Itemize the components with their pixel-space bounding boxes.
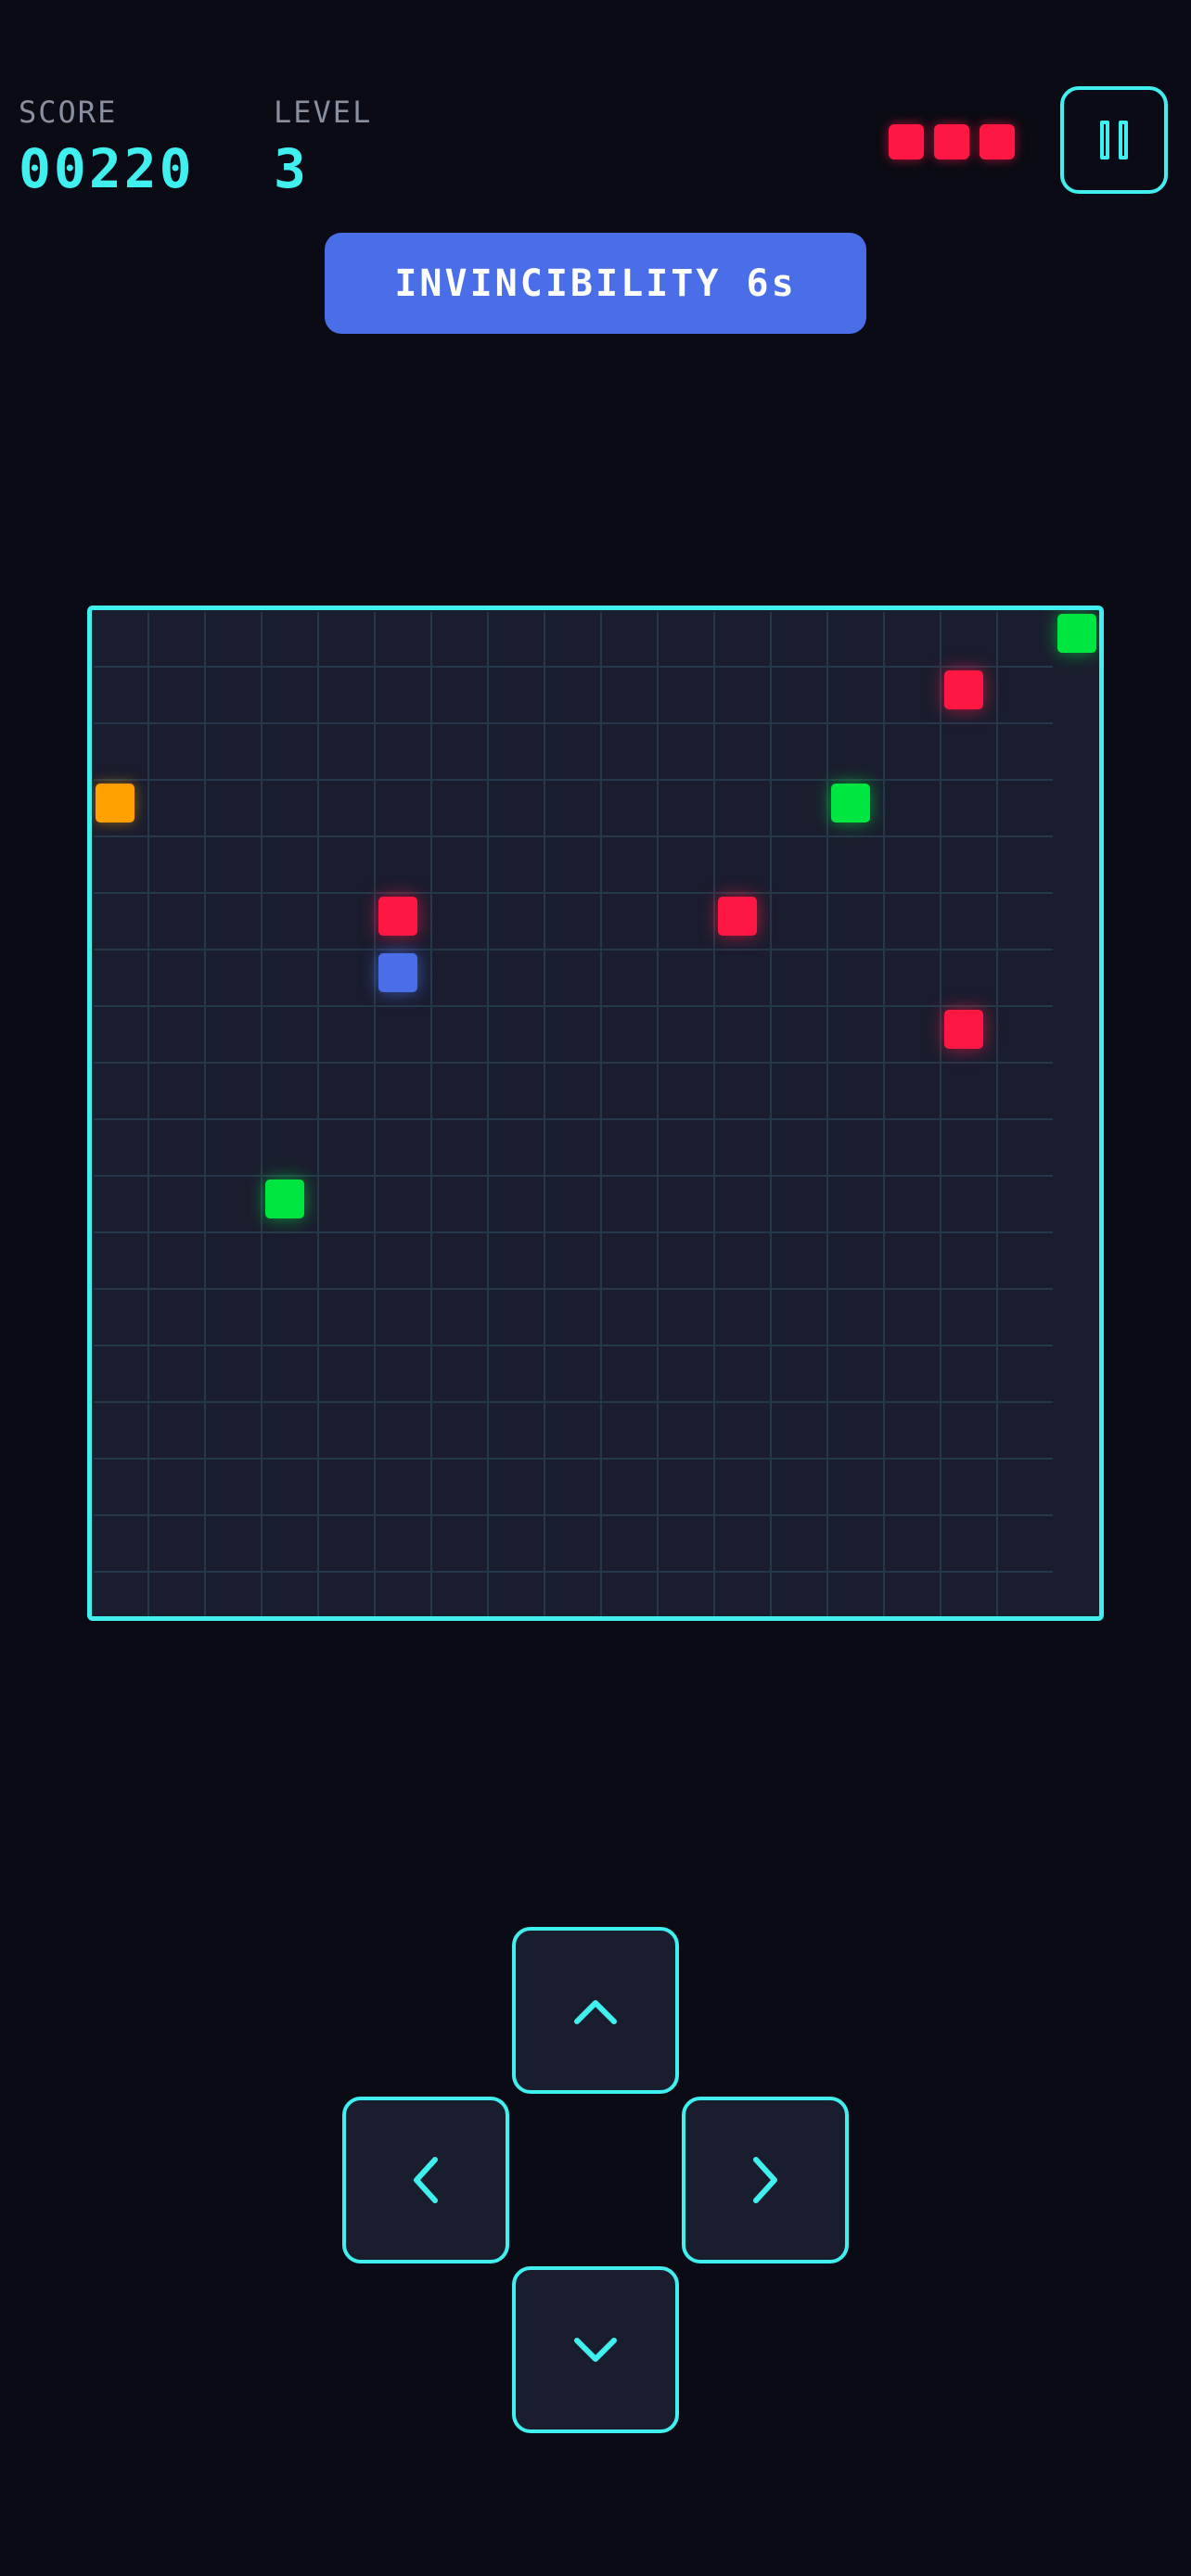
dpad-up-button[interactable] [512, 1927, 679, 2094]
score-value: 00220 [19, 137, 195, 200]
dpad-right-button[interactable] [682, 2097, 849, 2264]
chevron-left-icon [414, 2157, 438, 2203]
level-value: 3 [274, 137, 309, 200]
snake-head [378, 953, 417, 992]
dpad-left-button[interactable] [342, 2097, 509, 2264]
pause-icon [1100, 121, 1109, 159]
food-pellet [265, 1180, 304, 1218]
score-label: SCORE [19, 95, 118, 130]
dpad-down-button[interactable] [512, 2266, 679, 2433]
pause-button[interactable] [1060, 86, 1168, 194]
game-board [87, 606, 1104, 1621]
life-icon [934, 124, 969, 159]
powerup-banner: INVINCIBILITY 6s [325, 233, 866, 334]
bonus-pellet [96, 784, 134, 823]
chevron-up-icon [574, 2000, 617, 2024]
pause-icon [1119, 121, 1128, 159]
food-pellet [1057, 614, 1096, 653]
life-icon [980, 124, 1015, 159]
chevron-down-icon [574, 2338, 617, 2362]
life-icon [889, 124, 924, 159]
food-pellet [831, 784, 870, 823]
chevron-right-icon [753, 2157, 777, 2203]
board-grid [94, 612, 1053, 1616]
level-label: LEVEL [274, 95, 373, 130]
obstacle-block [378, 897, 417, 936]
obstacle-block [944, 670, 983, 709]
obstacle-block [718, 897, 757, 936]
obstacle-block [944, 1010, 983, 1049]
